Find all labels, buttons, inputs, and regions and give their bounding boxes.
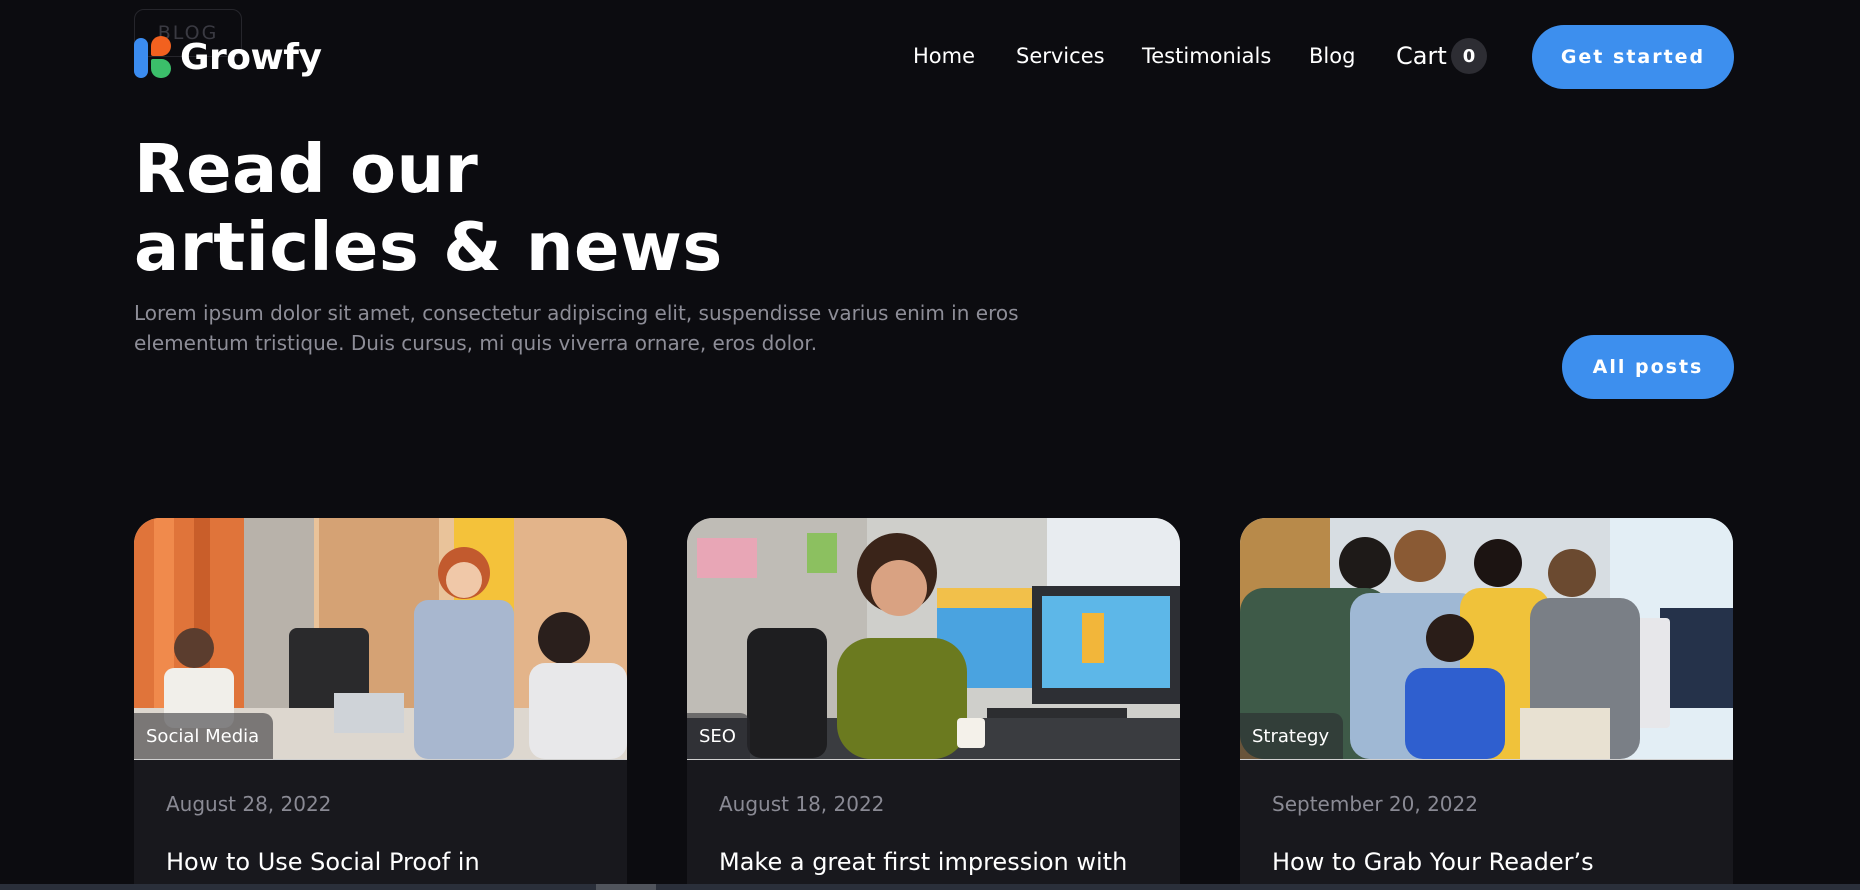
blog-card-body: September 20, 2022 How to Grab Your Read… bbox=[1240, 759, 1733, 890]
blog-card-body: August 18, 2022 Make a great first impre… bbox=[687, 759, 1180, 890]
logo-icon bbox=[134, 36, 174, 78]
page-title: Read our articles & news bbox=[134, 130, 723, 286]
blog-card[interactable]: Strategy September 20, 2022 How to Grab … bbox=[1240, 518, 1733, 890]
hero-description: Lorem ipsum dolor sit amet, consectetur … bbox=[134, 301, 1019, 355]
cart-count-badge: 0 bbox=[1451, 38, 1487, 74]
nav-link-services[interactable]: Services bbox=[1016, 44, 1105, 68]
post-date: August 18, 2022 bbox=[719, 792, 885, 816]
brand-logo[interactable]: Growfy bbox=[134, 36, 322, 78]
blog-card[interactable]: SEO August 18, 2022 Make a great first i… bbox=[687, 518, 1180, 890]
horizontal-scrollbar[interactable] bbox=[0, 884, 1860, 890]
post-date: August 28, 2022 bbox=[166, 792, 332, 816]
category-tag[interactable]: Social Media bbox=[134, 713, 274, 759]
blog-card-body: August 28, 2022 How to Use Social Proof … bbox=[134, 759, 627, 890]
post-title[interactable]: How to Use Social Proof in bbox=[166, 848, 480, 876]
page-title-line-1: Read our bbox=[134, 130, 479, 208]
cart-link[interactable]: Cart bbox=[1396, 42, 1447, 70]
blog-card-image[interactable]: Strategy bbox=[1240, 518, 1733, 759]
nav-link-home[interactable]: Home bbox=[913, 44, 975, 68]
category-tag[interactable]: SEO bbox=[687, 713, 750, 759]
post-date: September 20, 2022 bbox=[1272, 792, 1478, 816]
scrollbar-thumb[interactable] bbox=[596, 884, 656, 890]
nav-link-blog[interactable]: Blog bbox=[1309, 44, 1355, 68]
brand-name: Growfy bbox=[180, 36, 322, 78]
page-title-line-2: articles & news bbox=[134, 208, 723, 286]
blog-card-image[interactable]: Social Media bbox=[134, 518, 627, 759]
post-title[interactable]: Make a great first impression with bbox=[719, 848, 1127, 876]
site-header: Growfy Home Services Testimonials Blog C… bbox=[0, 0, 1860, 115]
all-posts-button[interactable]: All posts bbox=[1562, 335, 1734, 399]
category-tag[interactable]: Strategy bbox=[1240, 713, 1344, 759]
get-started-button[interactable]: Get started bbox=[1532, 25, 1734, 89]
blog-card-image[interactable]: SEO bbox=[687, 518, 1180, 759]
post-title[interactable]: How to Grab Your Reader’s bbox=[1272, 848, 1594, 876]
nav-link-testimonials[interactable]: Testimonials bbox=[1142, 44, 1271, 68]
blog-card[interactable]: Social Media August 28, 2022 How to Use … bbox=[134, 518, 627, 890]
